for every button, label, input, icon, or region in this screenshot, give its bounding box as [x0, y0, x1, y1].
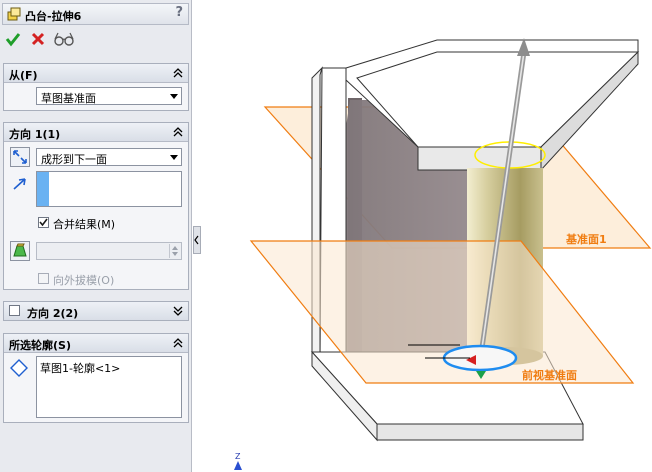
selected-contours-title: 所选轮廓(S): [9, 339, 71, 352]
z-axis-icon: [234, 461, 242, 470]
extrude-feature-icon: [7, 7, 21, 21]
spin-arrows-icon: [169, 244, 180, 258]
panel-collapse-handle[interactable]: [193, 226, 201, 254]
from-group-title: 从(F): [9, 69, 38, 82]
axis-triad: Z: [234, 452, 242, 470]
merge-result-label: 合并结果(M): [53, 218, 116, 231]
direction-vector-field[interactable]: [36, 171, 182, 207]
direction1-group: 方向 1(1) 成形到下一面 合并结果(M) 向外拔模(O): [3, 122, 189, 290]
direction2-checkbox[interactable]: [9, 305, 20, 316]
reverse-direction-icon[interactable]: [10, 147, 30, 167]
draft-outward-label: 向外拔模(O): [53, 274, 115, 287]
list-item[interactable]: 草图1-轮廓<1>: [40, 360, 120, 376]
expand-chevron-icon[interactable]: [172, 305, 184, 317]
checkmark-icon[interactable]: [5, 31, 21, 47]
help-icon[interactable]: ?: [175, 5, 183, 20]
from-group-header[interactable]: 从(F): [4, 64, 188, 83]
selected-contours-list[interactable]: 草图1-轮廓<1>: [36, 356, 182, 418]
collapse-chevron-icon[interactable]: [172, 337, 184, 349]
merge-result-checkbox[interactable]: [38, 217, 49, 228]
selected-contours-header[interactable]: 所选轮廓(S): [4, 334, 188, 353]
direction2-header[interactable]: 方向 2(2): [4, 302, 188, 320]
collapse-chevron-icon[interactable]: [172, 67, 184, 79]
direction2-title: 方向 2(2): [27, 307, 79, 320]
start-condition-select[interactable]: 草图基准面: [36, 87, 182, 105]
dropdown-arrow-icon: [170, 155, 178, 160]
draft-angle-field: [36, 242, 182, 260]
plane1-label: 基准面1: [565, 232, 607, 246]
end-condition-value: 成形到下一面: [41, 153, 107, 166]
z-axis-label: Z: [235, 452, 241, 461]
selected-contours-group: 所选轮廓(S) 草图1-轮廓<1>: [3, 333, 189, 423]
glasses-icon[interactable]: [54, 31, 74, 47]
plane2-label: 前视基准面: [522, 368, 577, 382]
contour-icon: [10, 359, 28, 377]
panel-title: 凸台-拉伸6: [25, 10, 82, 23]
direction-vector-icon: [13, 178, 26, 190]
reference-plane-front[interactable]: [249, 240, 635, 384]
property-manager: 凸台-拉伸6 ? 从(F) 草图基准面 方向 1(1) 成形到下一面 合并结果(…: [0, 0, 192, 472]
direction1-header[interactable]: 方向 1(1): [4, 123, 188, 142]
checkmark-icon: [39, 218, 48, 227]
active-selection-indicator: [37, 172, 49, 206]
end-condition-select[interactable]: 成形到下一面: [36, 148, 182, 166]
collapse-chevron-icon[interactable]: [172, 126, 184, 138]
direction2-group: 方向 2(2): [3, 301, 189, 321]
start-condition-value: 草图基准面: [41, 92, 96, 105]
panel-titlebar: 凸台-拉伸6 ?: [2, 3, 189, 25]
dropdown-arrow-icon: [170, 94, 178, 99]
from-group: 从(F) 草图基准面: [3, 63, 189, 111]
direction1-title: 方向 1(1): [9, 128, 61, 141]
draft-icon[interactable]: [10, 241, 30, 261]
draft-outward-checkbox: [38, 273, 49, 284]
close-icon[interactable]: [30, 31, 46, 47]
chevron-left-icon: [194, 235, 199, 245]
